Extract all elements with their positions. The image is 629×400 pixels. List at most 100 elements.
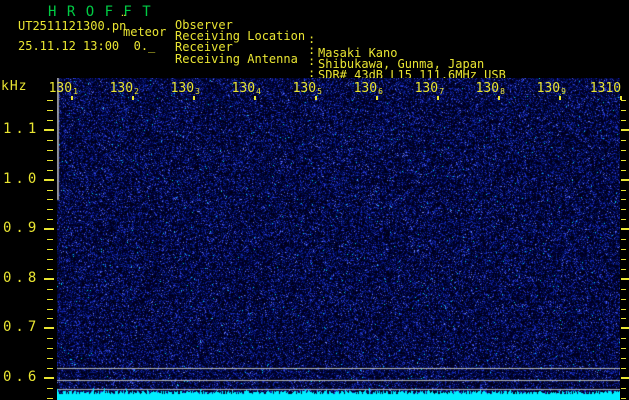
x-axis-label: 1308 bbox=[476, 81, 505, 96]
x-axis-label: 1306 bbox=[354, 81, 383, 96]
x-axis-label: 1304 bbox=[232, 81, 261, 96]
y-axis-minor-tick-right bbox=[621, 150, 626, 151]
y-axis-minor-tick bbox=[47, 170, 53, 171]
x-axis-label-minute-digit: 3 bbox=[195, 87, 200, 96]
y-axis-major-tick bbox=[44, 377, 54, 379]
y-axis-minor-tick-right bbox=[621, 170, 626, 171]
y-axis-unit-label: kHz bbox=[1, 80, 27, 94]
y-axis-minor-tick bbox=[47, 100, 53, 101]
filename-note: meteor bbox=[123, 26, 166, 39]
x-axis-label-main: 130 bbox=[415, 81, 438, 96]
y-axis-minor-tick-right bbox=[621, 100, 626, 101]
y-axis-minor-tick bbox=[47, 219, 53, 220]
x-axis-label: 1302 bbox=[110, 81, 139, 96]
x-axis-label-minute-digit: 4 bbox=[256, 87, 261, 96]
y-axis-minor-tick bbox=[47, 140, 53, 141]
x-axis-label-minute-digit: 9 bbox=[561, 87, 566, 96]
y-axis-minor-tick bbox=[47, 199, 53, 200]
y-axis-minor-tick-right bbox=[621, 140, 626, 141]
y-axis-minor-tick-right bbox=[621, 289, 626, 290]
y-axis-minor-tick-right bbox=[621, 358, 626, 359]
x-axis-label-minute-digit: 5 bbox=[317, 87, 322, 96]
y-axis-minor-tick bbox=[47, 160, 53, 161]
x-axis-tick bbox=[620, 96, 622, 100]
x-axis-label: 1303 bbox=[171, 81, 200, 96]
y-axis-minor-tick-right bbox=[621, 209, 626, 210]
y-axis-minor-tick bbox=[47, 358, 53, 359]
x-axis-label: 1307 bbox=[415, 81, 444, 96]
y-axis-minor-tick bbox=[47, 150, 53, 151]
y-axis-major-tick bbox=[44, 179, 54, 181]
y-axis-minor-tick bbox=[47, 318, 53, 319]
y-axis-major-tick-right bbox=[621, 179, 629, 181]
y-axis-minor-tick bbox=[47, 338, 53, 339]
y-axis-minor-tick bbox=[47, 239, 53, 240]
x-axis-tick bbox=[559, 96, 561, 100]
y-axis-minor-tick-right bbox=[621, 160, 626, 161]
y-axis-major-tick-right bbox=[621, 228, 629, 230]
y-axis-minor-tick-right bbox=[621, 120, 626, 121]
y-axis-minor-tick-right bbox=[621, 239, 626, 240]
y-axis-minor-tick bbox=[47, 269, 53, 270]
y-axis-minor-tick bbox=[47, 209, 53, 210]
y-axis-major-tick-right bbox=[621, 129, 629, 131]
x-axis-tick bbox=[254, 96, 256, 100]
y-axis-major-tick bbox=[44, 228, 54, 230]
x-axis-tick bbox=[498, 96, 500, 100]
y-axis-minor-tick bbox=[47, 190, 53, 191]
y-axis-minor-tick-right bbox=[621, 110, 626, 111]
y-axis-minor-tick-right bbox=[621, 190, 626, 191]
info-label: Receiving Antenna bbox=[175, 52, 298, 66]
date-line: 25.11.12 13:00 0._ bbox=[18, 40, 155, 53]
y-axis-minor-tick bbox=[47, 249, 53, 250]
y-axis-minor-tick-right bbox=[621, 309, 626, 310]
y-axis-major-tick-right bbox=[621, 278, 629, 280]
y-axis-major-tick bbox=[44, 327, 54, 329]
x-axis-label-main: 130 bbox=[354, 81, 377, 96]
y-axis-minor-tick-right bbox=[621, 199, 626, 200]
y-axis-minor-tick-right bbox=[621, 249, 626, 250]
y-axis-label: 0.7 bbox=[3, 319, 40, 335]
x-axis-label: 1309 bbox=[537, 81, 566, 96]
spectrogram-canvas bbox=[57, 78, 620, 400]
y-axis-minor-tick-right bbox=[621, 388, 626, 389]
hrofft-screen: H R O F F T UT2511121300.pn ¨ meteor 25.… bbox=[0, 0, 629, 400]
y-axis-label: 0.8 bbox=[3, 270, 40, 286]
x-axis-tick bbox=[437, 96, 439, 100]
y-axis-minor-tick-right bbox=[621, 398, 626, 399]
y-axis-minor-tick bbox=[47, 309, 53, 310]
y-axis-label: 1.0 bbox=[3, 171, 40, 187]
y-axis-minor-tick bbox=[47, 348, 53, 349]
x-axis-label: 1305 bbox=[293, 81, 322, 96]
x-axis-label-main: 130 bbox=[476, 81, 499, 96]
x-axis-tick bbox=[315, 96, 317, 100]
y-axis-major-tick-right bbox=[621, 377, 629, 379]
x-axis-label-minute-digit: 7 bbox=[439, 87, 444, 96]
x-axis-label-main: 130 bbox=[537, 81, 560, 96]
y-axis-minor-tick bbox=[47, 259, 53, 260]
y-axis-label: 1.1 bbox=[3, 121, 40, 137]
x-axis-label-main: 130 bbox=[171, 81, 194, 96]
y-axis-minor-tick bbox=[47, 398, 53, 399]
x-axis-tick bbox=[71, 96, 73, 100]
x-axis-tick bbox=[132, 96, 134, 100]
y-axis-minor-tick-right bbox=[621, 219, 626, 220]
y-axis-minor-tick bbox=[47, 120, 53, 121]
y-axis-minor-tick-right bbox=[621, 368, 626, 369]
x-axis-label: 1301 bbox=[49, 81, 78, 96]
x-axis-label-minute-digit: 1 bbox=[73, 87, 78, 96]
y-axis-minor-tick bbox=[47, 388, 53, 389]
x-axis-label-minute-digit: 2 bbox=[134, 87, 139, 96]
x-axis-label: 1310 bbox=[590, 81, 621, 96]
y-axis-minor-tick-right bbox=[621, 318, 626, 319]
y-axis-minor-tick bbox=[47, 368, 53, 369]
y-axis-minor-tick bbox=[47, 289, 53, 290]
y-axis-minor-tick bbox=[47, 110, 53, 111]
y-axis-minor-tick bbox=[47, 299, 53, 300]
y-axis-minor-tick-right bbox=[621, 338, 626, 339]
x-axis-label-minute-digit: 8 bbox=[500, 87, 505, 96]
filename-label: UT2511121300.pn bbox=[18, 20, 126, 33]
x-axis-tick bbox=[376, 96, 378, 100]
x-axis-label-main: 130 bbox=[293, 81, 316, 96]
y-axis-minor-tick-right bbox=[621, 259, 626, 260]
